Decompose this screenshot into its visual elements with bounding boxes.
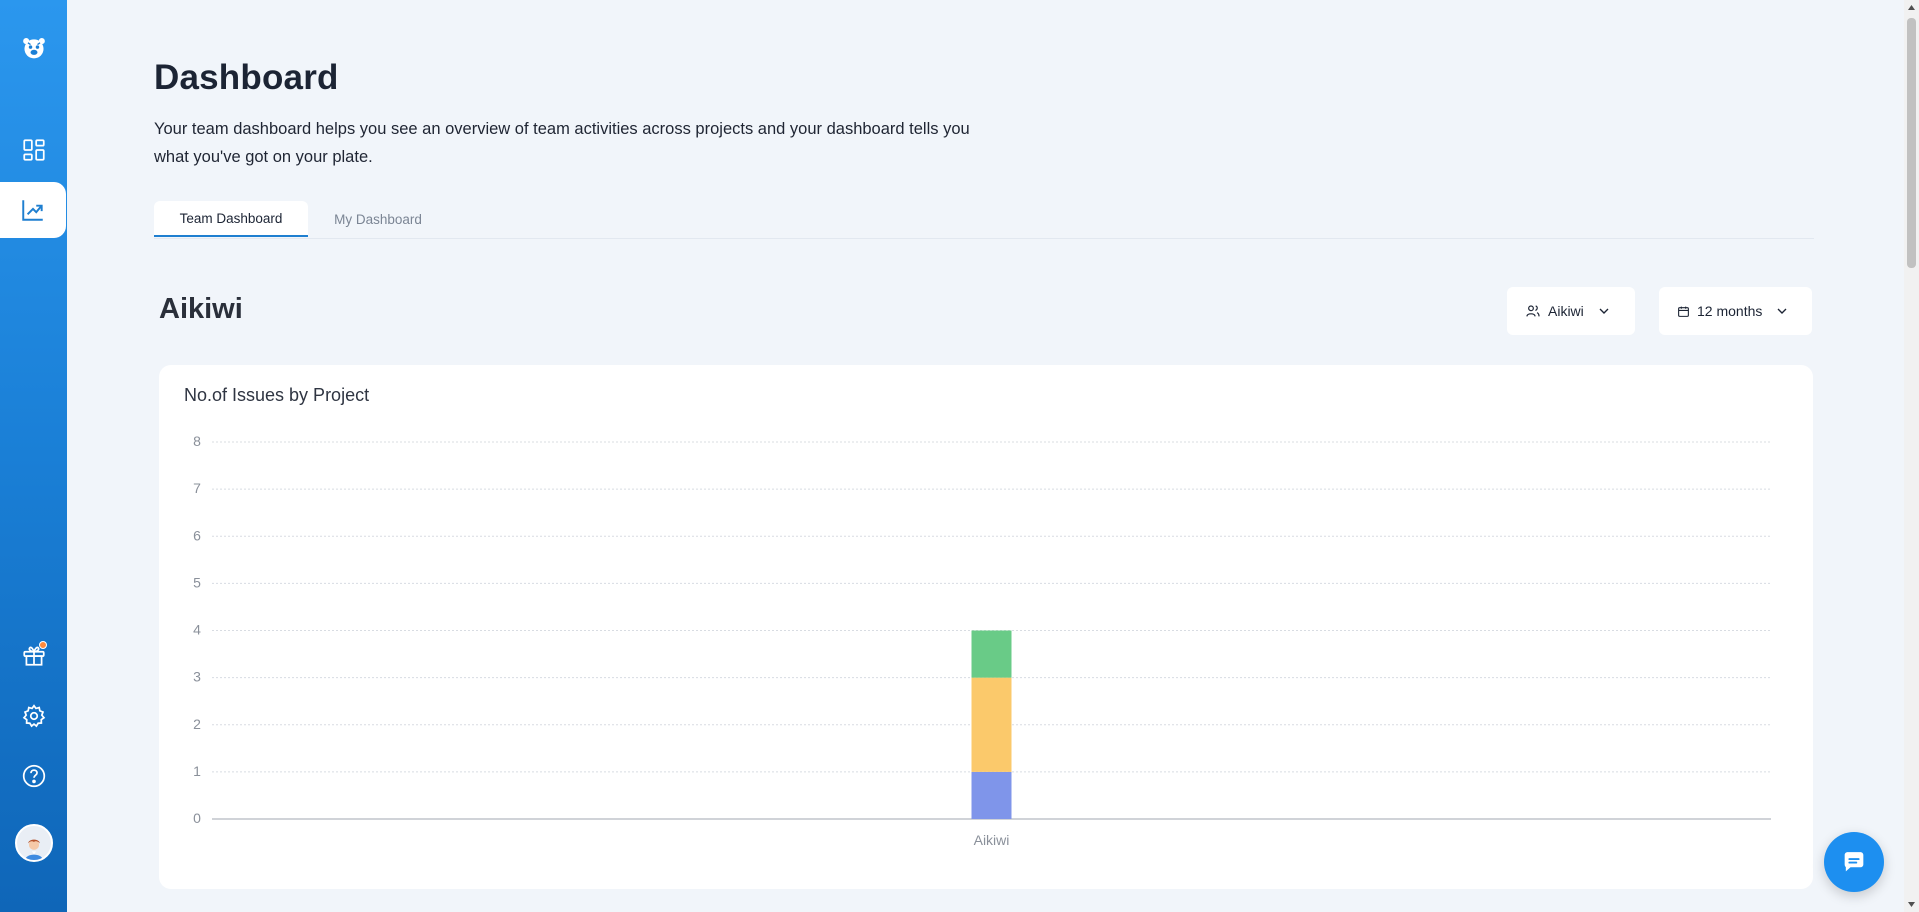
tiger-logo-svg (22, 38, 45, 59)
help-circle-icon[interactable] (0, 748, 67, 804)
vertical-scrollbar[interactable] (1904, 0, 1919, 912)
gear-svg (22, 704, 45, 728)
users-icon (1525, 303, 1541, 319)
team-select-value: Aikiwi (1548, 303, 1584, 319)
y-tick-label: 2 (193, 716, 201, 732)
time-range-select[interactable]: 12 months (1659, 287, 1812, 335)
x-tick-label: Aikiwi (974, 832, 1010, 848)
tab-team-dashboard[interactable]: Team Dashboard (154, 201, 308, 237)
calendar-icon (1677, 305, 1690, 318)
chat-bubble-icon (1844, 852, 1864, 872)
y-tick-label: 4 (193, 622, 201, 638)
y-tick-label: 1 (193, 763, 201, 779)
issues-bar-chart: 0 1 2 3 4 5 6 7 8 Aikiwi (193, 433, 1771, 848)
gift-icon[interactable] (0, 627, 67, 683)
tiger-logo-icon[interactable] (0, 20, 67, 76)
scroll-up-arrow-icon[interactable] (1904, 0, 1919, 15)
y-tick-label: 8 (193, 433, 201, 449)
bar-segment[interactable] (971, 630, 1012, 678)
tab-my-dashboard[interactable]: My Dashboard (308, 201, 448, 237)
team-select[interactable]: Aikiwi (1507, 287, 1635, 335)
sidebar (0, 0, 67, 912)
chat-support-button[interactable] (1824, 832, 1884, 892)
scroll-down-arrow-icon[interactable] (1904, 897, 1919, 912)
scrollbar-thumb[interactable] (1907, 18, 1916, 268)
bar-segment[interactable] (971, 677, 1012, 772)
user-avatar (14, 824, 53, 862)
chart-trend-svg (22, 200, 43, 221)
chevron-down-icon (1596, 303, 1612, 319)
chevron-down-icon (1774, 303, 1790, 319)
page-title: Dashboard (154, 58, 339, 97)
dashboard-grid-svg (22, 139, 45, 161)
bar-segment[interactable] (971, 771, 1012, 819)
dashboard-grid-icon[interactable] (0, 122, 67, 178)
section-title: Aikiwi (159, 293, 243, 325)
page-description: Your team dashboard helps you see an ove… (154, 120, 970, 166)
dashboard-tabs: Team Dashboard My Dashboard (154, 199, 1814, 239)
chart-trend-icon[interactable] (0, 182, 66, 238)
notification-badge (39, 641, 47, 649)
y-tick-label: 3 (193, 669, 201, 685)
time-range-value: 12 months (1697, 303, 1763, 319)
help-circle-svg (22, 764, 45, 788)
avatar-svg (24, 839, 43, 860)
y-tick-label: 7 (193, 480, 201, 496)
y-tick-label: 5 (193, 574, 201, 590)
gear-icon[interactable] (0, 688, 67, 744)
issues-by-project-card: No.of Issues by Project 0 1 2 3 4 5 6 7 8 Aikiwi (159, 365, 1813, 889)
y-tick-label: 0 (193, 810, 201, 826)
user-avatar-button[interactable] (0, 815, 67, 871)
y-tick-label: 6 (193, 527, 201, 543)
